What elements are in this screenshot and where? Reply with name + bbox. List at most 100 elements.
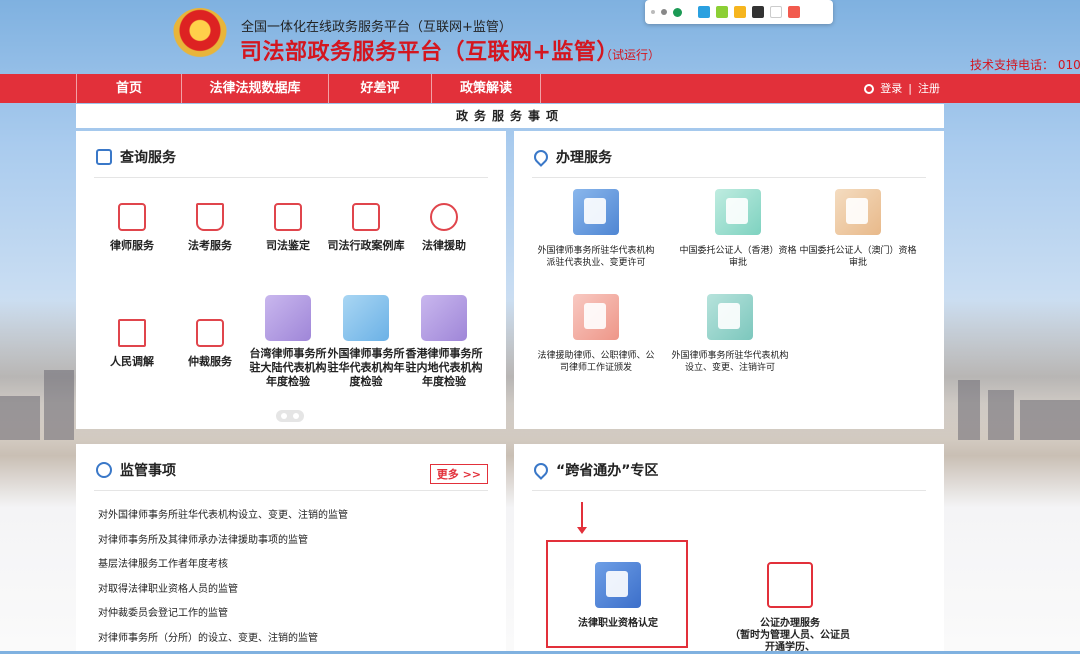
palette-swatch-yellow[interactable] <box>734 6 746 18</box>
supervision-item[interactable]: 对律师事务所（分所）的设立、变更、注销的监管 <box>98 627 348 652</box>
platform-subtitle: 全国一体化在线政务服务平台（互联网+监管） <box>241 20 512 35</box>
supervision-item[interactable]: 对仲裁委员会登记工作的监管 <box>98 602 348 627</box>
person-badge-icon <box>265 295 311 341</box>
service-label: 法律援助 <box>422 239 466 252</box>
divider <box>94 490 488 491</box>
nav-rating[interactable]: 好差评 <box>328 74 431 103</box>
cross-province-card: “跨省通办”专区 法律职业资格认定 公证办理服务 （暂时为管理人员、公证员开通学… <box>514 444 944 654</box>
divider <box>532 490 926 491</box>
palette-swatch-white[interactable] <box>770 6 782 18</box>
graduation-cap-icon <box>196 203 224 231</box>
site-header: 全国一体化在线政务服务平台（互联网+监管） 司法部政务服务平台（互联网+监管） … <box>0 0 1080 72</box>
service-label: 台湾律师事务所驻大陆代表机构年度检验 <box>249 347 327 388</box>
license-document-icon <box>707 294 753 340</box>
login-link[interactable]: 登录 <box>880 74 902 103</box>
section-banner: 政务服务事项 <box>76 104 944 128</box>
service-label: 律师服务 <box>110 239 154 252</box>
supervision-title: 监管事项 <box>120 463 176 479</box>
palette-swatch-green[interactable] <box>716 6 728 18</box>
handle-services-header: 办理服务 <box>531 147 612 167</box>
gavel-icon <box>118 319 146 347</box>
nav-policy[interactable]: 政策解读 <box>431 74 541 103</box>
nav-laws-database[interactable]: 法律法规数据库 <box>181 74 328 103</box>
annotation-arrow <box>577 502 587 534</box>
cross-item-label: 公证办理服务 <box>760 618 820 629</box>
platform-title: 司法部政务服务平台（互联网+监管） <box>240 40 619 65</box>
handle-item-label: 中国委托公证人（澳门）资格审批 <box>799 246 917 268</box>
certificate-card-icon <box>595 562 641 608</box>
cross-item-notary[interactable]: 公证办理服务 （暂时为管理人员、公证员开通学历、 <box>728 562 852 654</box>
query-services-title: 查询服务 <box>120 150 176 166</box>
clipboard-heart-icon <box>196 319 224 347</box>
graduation-certificate-icon <box>573 294 619 340</box>
service-label: 司法行政案例库 <box>327 239 405 252</box>
compass-icon <box>96 462 112 478</box>
cross-province-header: “跨省通办”专区 <box>531 460 659 480</box>
notary-card-icon <box>715 189 761 235</box>
service-foreign-inspection[interactable]: 外国律师事务所驻华代表机构年度检验 <box>326 295 406 389</box>
cross-item-label: 法律职业资格认定 <box>578 618 658 629</box>
nav-home[interactable]: 首页 <box>76 74 181 103</box>
trial-badge: （试运行） <box>600 48 661 62</box>
person-badge-icon <box>421 295 467 341</box>
supervision-item[interactable]: 基层法律服务工作者年度考核 <box>98 553 348 578</box>
copy-icon <box>96 149 112 165</box>
palette-swatch-red[interactable] <box>788 6 800 18</box>
palette-large-dot-icon[interactable] <box>673 7 682 17</box>
handle-item-label: 中国委托公证人（香港）资格审批 <box>679 246 797 268</box>
query-services-header: 查询服务 <box>96 147 176 167</box>
national-emblem-logo <box>172 8 228 64</box>
palette-small-dot-icon[interactable] <box>651 10 655 14</box>
service-label: 司法鉴定 <box>266 239 310 252</box>
service-forensic[interactable]: 司法鉴定 <box>248 203 328 253</box>
supervision-item[interactable]: 对取得法律职业资格人员的监管 <box>98 578 348 603</box>
service-hongkong-inspection[interactable]: 香港律师事务所驻内地代表机构年度检验 <box>404 295 484 389</box>
supervision-item[interactable]: 对外国律师事务所驻华代表机构设立、变更、注销的监管 <box>98 504 348 529</box>
id-card-icon <box>118 203 146 231</box>
service-case-library[interactable]: 司法行政案例库 <box>326 203 406 253</box>
service-label: 仲裁服务 <box>188 355 232 368</box>
location-pin-icon <box>531 460 551 480</box>
divider <box>532 177 926 178</box>
service-mediation[interactable]: 人民调解 <box>92 319 172 369</box>
handle-item-1[interactable]: 外国律师事务所驻华代表机构派驻代表执业、变更许可 <box>534 189 658 269</box>
service-taiwan-inspection[interactable]: 台湾律师事务所驻大陆代表机构年度检验 <box>248 295 328 389</box>
palette-medium-dot-icon[interactable] <box>661 9 667 15</box>
divider <box>94 177 488 178</box>
handle-item-3[interactable]: 中国委托公证人（澳门）资格审批 <box>796 189 920 269</box>
user-icon <box>864 83 875 94</box>
service-arbitration[interactable]: 仲裁服务 <box>170 319 250 369</box>
register-link[interactable]: 注册 <box>918 74 940 103</box>
annotation-color-palette[interactable] <box>645 0 833 24</box>
supervision-card: 监管事项 更多 >> 对外国律师事务所驻华代表机构设立、变更、注销的监管 对律师… <box>76 444 506 651</box>
supervision-list: 对外国律师事务所驻华代表机构设立、变更、注销的监管 对律师事务所及其律师承办法律… <box>98 504 348 651</box>
document-seal-icon <box>274 203 302 231</box>
handle-item-5[interactable]: 外国律师事务所驻华代表机构设立、变更、注销许可 <box>668 294 792 374</box>
document-hand-icon <box>573 189 619 235</box>
handle-services-title: 办理服务 <box>556 150 612 166</box>
supervision-item[interactable]: 对律师事务所及其律师承办法律援助事项的监管 <box>98 529 348 554</box>
gavel-badge-icon <box>343 295 389 341</box>
cross-province-title: “跨省通办”专区 <box>556 463 659 479</box>
palette-swatch-blue[interactable] <box>698 6 710 18</box>
supervision-header: 监管事项 <box>96 460 176 480</box>
cross-item-qualification[interactable]: 法律职业资格认定 <box>556 562 680 630</box>
more-button[interactable]: 更多 >> <box>429 464 488 484</box>
carousel-pager[interactable] <box>276 410 304 422</box>
service-legal-aid[interactable]: 法律援助 <box>404 203 484 253</box>
service-label: 香港律师事务所驻内地代表机构年度检验 <box>405 347 483 388</box>
account-links: 登录 | 注册 <box>864 74 940 103</box>
handle-item-label: 法律援助律师、公职律师、公司律师工作证颁发 <box>537 351 655 373</box>
link-divider: | <box>908 82 912 95</box>
service-lawyer[interactable]: 律师服务 <box>92 203 172 253</box>
query-services-card: 查询服务 律师服务 法考服务 司法鉴定 司法行政案例库 法律援助 人民调解 仲裁… <box>76 131 506 429</box>
palette-swatch-black[interactable] <box>752 6 764 18</box>
handle-item-4[interactable]: 法律援助律师、公职律师、公司律师工作证颁发 <box>534 294 658 374</box>
support-phone: 技术支持电话： 010-65 <box>970 58 1080 72</box>
service-exam[interactable]: 法考服务 <box>170 203 250 253</box>
handle-services-card: 办理服务 外国律师事务所驻华代表机构派驻代表执业、变更许可 中国委托公证人（香港… <box>514 131 944 429</box>
location-pin-icon <box>531 147 551 167</box>
handle-item-2[interactable]: 中国委托公证人（香港）资格审批 <box>676 189 800 269</box>
notary-card-icon <box>835 189 881 235</box>
handle-item-label: 外国律师事务所驻华代表机构派驻代表执业、变更许可 <box>537 246 655 268</box>
